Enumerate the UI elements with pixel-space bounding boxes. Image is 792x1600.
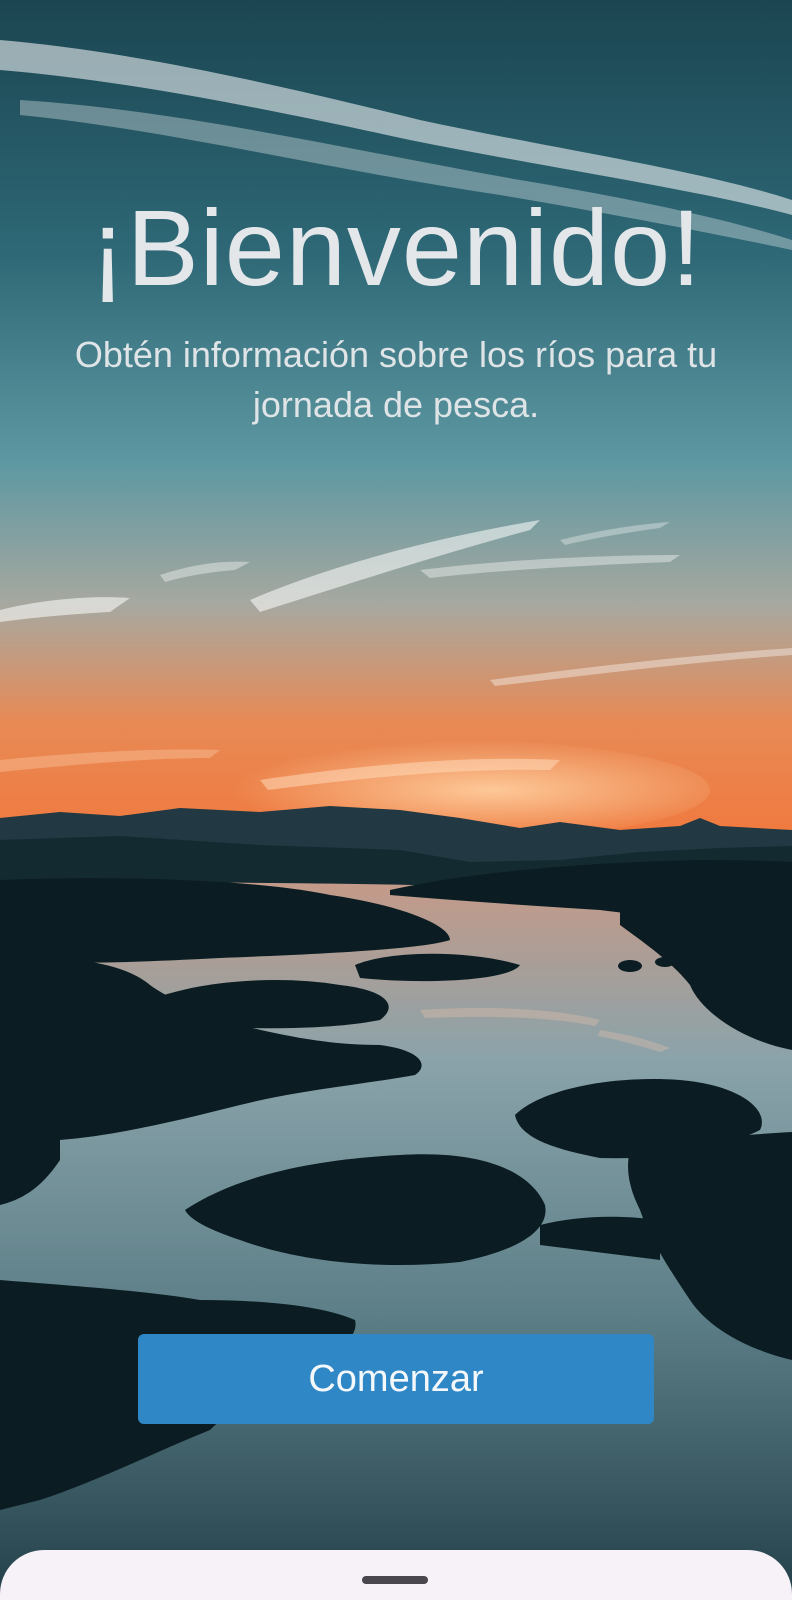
- welcome-screen: ¡Bienvenido! Obtén información sobre los…: [0, 0, 792, 1600]
- start-button[interactable]: Comenzar: [138, 1334, 654, 1424]
- drag-handle[interactable]: [362, 1576, 428, 1584]
- bottom-sheet[interactable]: [0, 1550, 792, 1600]
- welcome-subtitle: Obtén información sobre los ríos para tu…: [74, 334, 718, 425]
- welcome-title: ¡Bienvenido!: [89, 187, 703, 308]
